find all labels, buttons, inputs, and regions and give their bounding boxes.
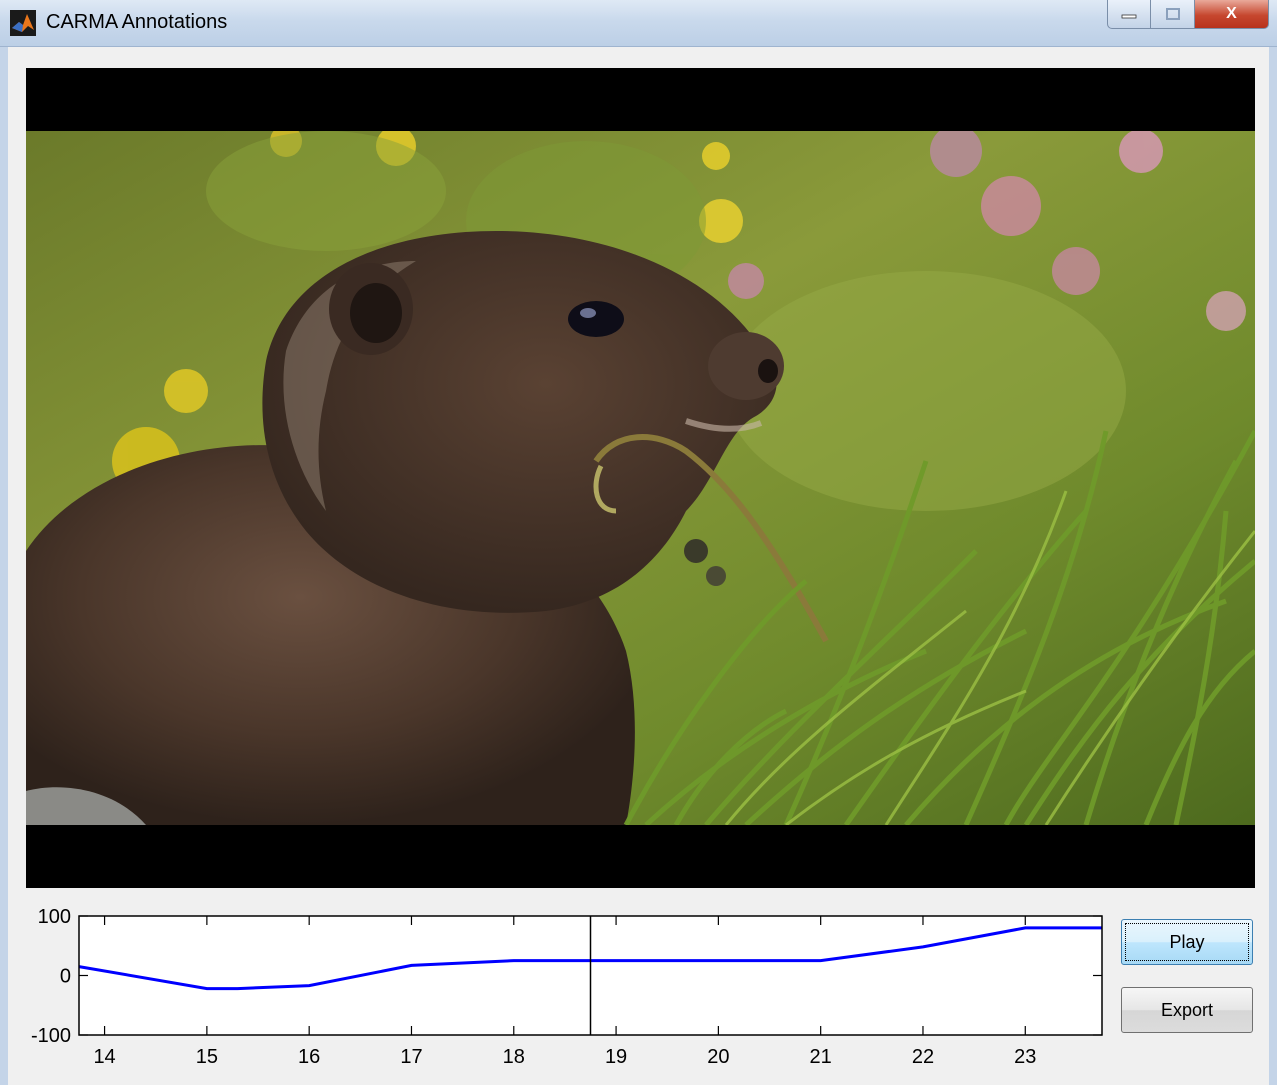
x-tick-label-18: 18 bbox=[503, 1046, 525, 1068]
window-left-border bbox=[0, 47, 8, 1085]
x-tick-label-15: 15 bbox=[196, 1046, 218, 1068]
x-tick-label-23: 23 bbox=[1014, 1046, 1036, 1068]
y-tick-label--100: -100 bbox=[31, 1025, 71, 1047]
maximize-icon bbox=[1165, 8, 1180, 20]
window-right-border bbox=[1269, 47, 1277, 1085]
x-tick-label-22: 22 bbox=[912, 1046, 934, 1068]
play-button[interactable]: Play bbox=[1121, 919, 1253, 965]
export-button[interactable]: Export bbox=[1121, 987, 1253, 1033]
focus-rectangle bbox=[1125, 923, 1249, 961]
x-tick-label-19: 19 bbox=[605, 1046, 627, 1068]
annotation-plot[interactable]: 14 15 16 17 18 19 20 21 22 23 -100 0 100 bbox=[20, 900, 1110, 1080]
export-button-label: Export bbox=[1160, 999, 1214, 1020]
x-tick-label-20: 20 bbox=[707, 1046, 729, 1068]
title-bar[interactable]: CARMA Annotations X bbox=[0, 0, 1277, 47]
close-button[interactable]: X bbox=[1195, 0, 1269, 29]
annotation-plot-svg[interactable]: 14 15 16 17 18 19 20 21 22 23 -100 0 100 bbox=[20, 900, 1110, 1080]
x-tick-label-16: 16 bbox=[298, 1046, 320, 1068]
matlab-icon bbox=[10, 10, 36, 36]
close-icon: X bbox=[1226, 5, 1237, 22]
video-frame[interactable] bbox=[26, 68, 1255, 888]
minimize-icon bbox=[1121, 14, 1137, 19]
window-title: CARMA Annotations bbox=[46, 11, 228, 33]
x-tick-label-17: 17 bbox=[400, 1046, 422, 1068]
video-image-marmot bbox=[26, 131, 1255, 825]
y-tick-label-100: 100 bbox=[38, 906, 71, 928]
maximize-button[interactable] bbox=[1151, 0, 1195, 29]
x-tick-label-21: 21 bbox=[810, 1046, 832, 1068]
x-tick-label-14: 14 bbox=[93, 1046, 115, 1068]
minimize-button[interactable] bbox=[1107, 0, 1151, 29]
y-tick-label-0: 0 bbox=[60, 966, 71, 988]
window-controls: X bbox=[1107, 0, 1269, 30]
